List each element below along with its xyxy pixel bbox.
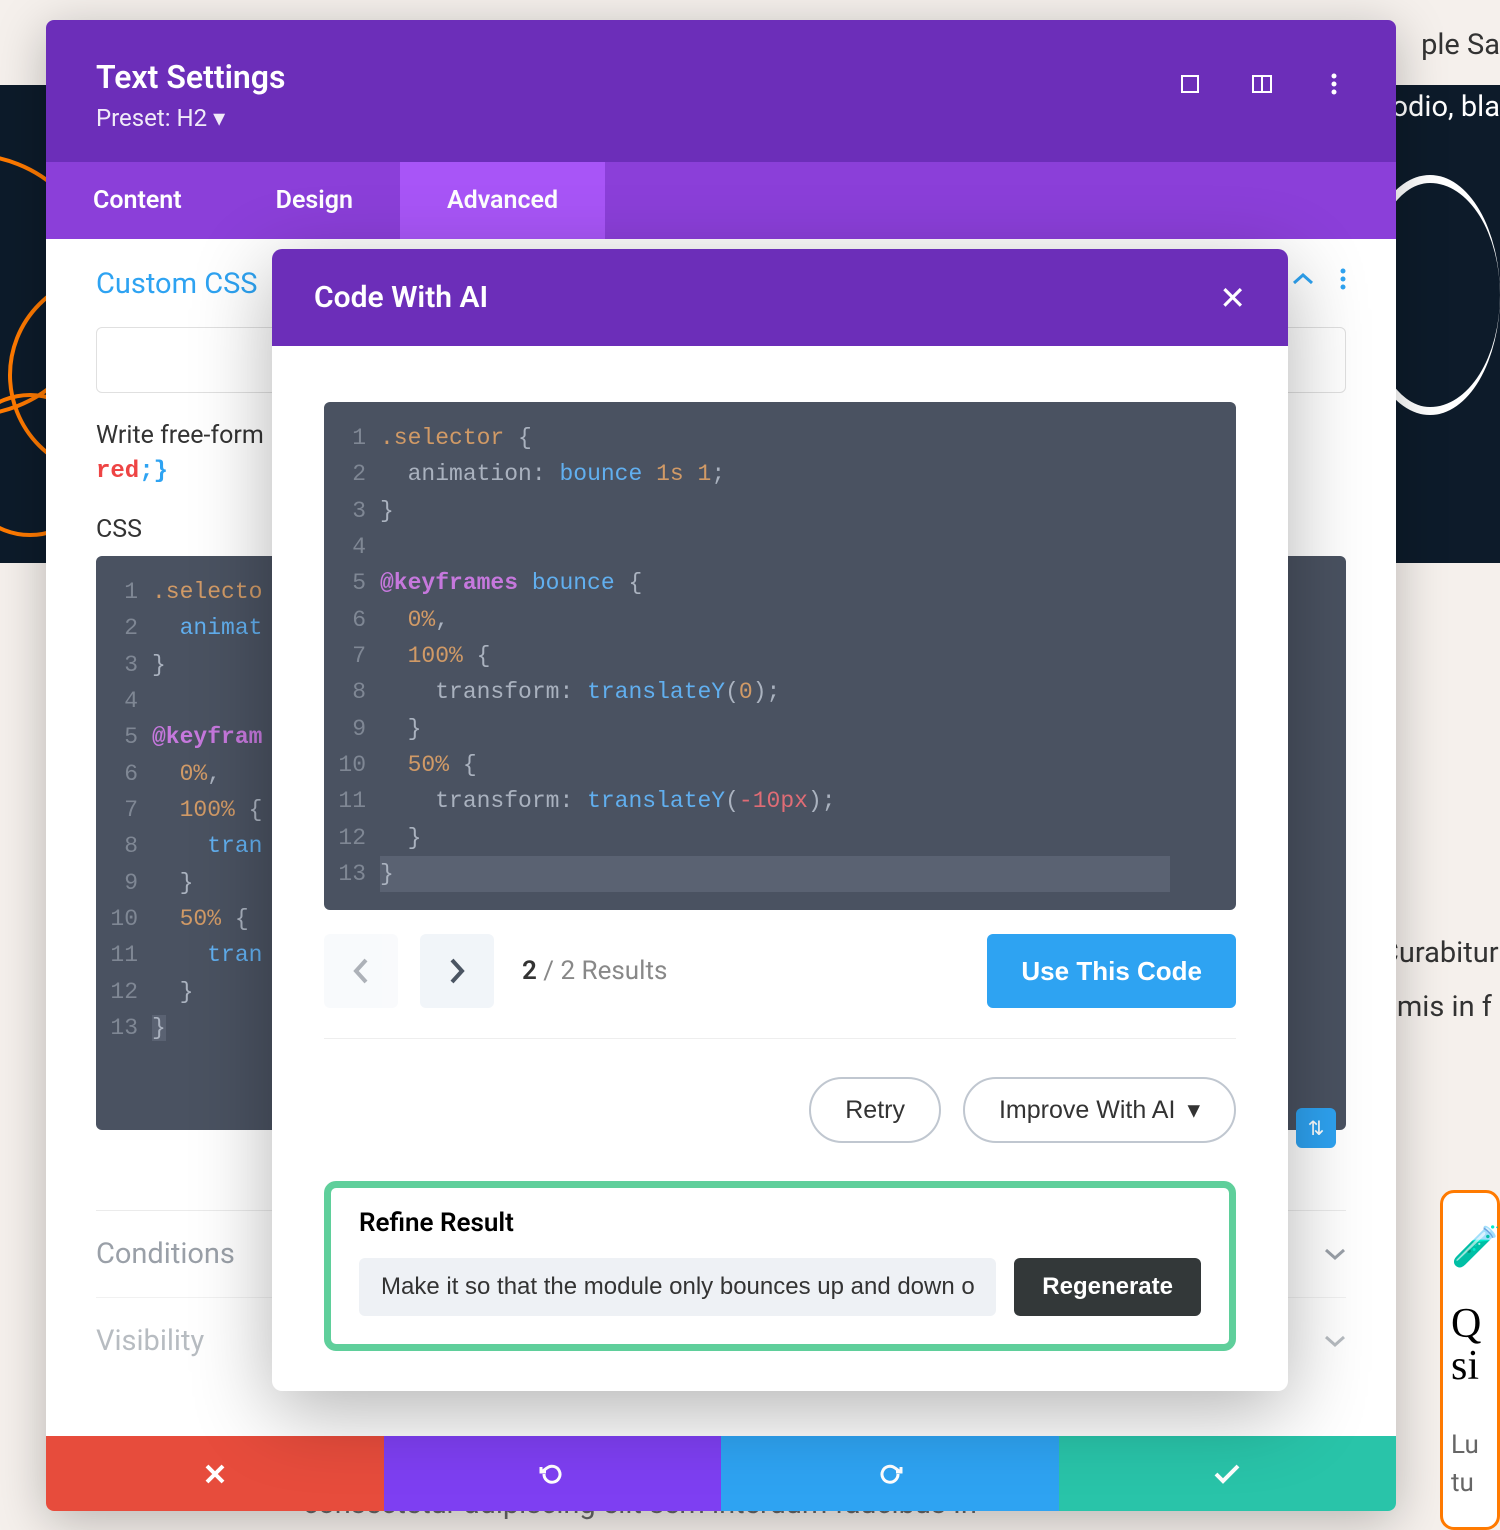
code-ai-popup: Code With AI ✕ 1.selector {2 animation: …: [272, 249, 1288, 1391]
expand-icon[interactable]: [1178, 72, 1202, 96]
regenerate-button[interactable]: Regenerate: [1014, 1258, 1201, 1316]
results-count: 2 / 2 Results: [522, 956, 667, 986]
ai-popup-title: Code With AI: [314, 280, 488, 315]
chevron-down-icon: [1324, 1334, 1346, 1348]
bg-text-top2: odio, bla: [1392, 90, 1500, 124]
bg-text-mid: Curabitur rimis in f: [1380, 930, 1500, 1031]
bg-card-q: Q: [1451, 1300, 1497, 1348]
bottom-action-bar: [46, 1436, 1396, 1511]
redo-button[interactable]: [721, 1436, 1059, 1511]
results-nav: 2 / 2 Results Use This Code: [324, 934, 1236, 1039]
improve-button[interactable]: Improve With AI ▾: [963, 1077, 1236, 1143]
bg-text-mid1: Curabitur: [1380, 930, 1500, 976]
test-tube-icon: 🧪: [1451, 1223, 1497, 1270]
preset-selector[interactable]: Preset: H2 ▾: [96, 104, 285, 132]
bg-text-top: ple Sa: [1421, 22, 1500, 68]
refine-box: Refine Result Regenerate: [324, 1181, 1236, 1351]
collapse-section-icon[interactable]: [1292, 272, 1314, 286]
bg-card-lu: Lu: [1451, 1430, 1497, 1460]
panel-title: Text Settings: [96, 58, 285, 96]
retry-button[interactable]: Retry: [809, 1077, 941, 1143]
swap-icon[interactable]: ⇅: [1296, 1108, 1336, 1148]
caret-down-icon: ▾: [213, 104, 225, 132]
caret-down-icon: ▾: [1187, 1095, 1200, 1125]
ai-code-preview[interactable]: 1.selector {2 animation: bounce 1s 1;3}4…: [324, 402, 1236, 910]
accordion-conditions-label: Conditions: [96, 1237, 235, 1271]
refine-title: Refine Result: [359, 1208, 1201, 1238]
section-menu-icon[interactable]: [1340, 267, 1346, 291]
tab-design[interactable]: Design: [229, 162, 400, 239]
close-icon[interactable]: ✕: [1219, 279, 1246, 317]
preset-label: Preset: H2: [96, 104, 207, 132]
accordion-visibility-label: Visibility: [96, 1324, 204, 1358]
refine-input[interactable]: [359, 1258, 996, 1316]
prev-result-button[interactable]: [324, 934, 398, 1008]
bg-card: 🧪 Q si Lu tu: [1440, 1190, 1500, 1530]
bg-card-tu: tu: [1451, 1468, 1497, 1498]
improve-label: Improve With AI: [999, 1096, 1175, 1125]
next-result-button[interactable]: [420, 934, 494, 1008]
panel-tabs: Content Design Advanced: [46, 162, 1396, 239]
ai-popup-header: Code With AI ✕: [272, 249, 1288, 346]
columns-icon[interactable]: [1250, 72, 1274, 96]
bg-text-mid2: rimis in f: [1380, 984, 1500, 1030]
close-button[interactable]: [46, 1436, 384, 1511]
panel-header: Text Settings Preset: H2 ▾: [46, 20, 1396, 162]
tab-content[interactable]: Content: [46, 162, 229, 239]
use-code-button[interactable]: Use This Code: [987, 934, 1236, 1008]
save-button[interactable]: [1059, 1436, 1397, 1511]
undo-button[interactable]: [384, 1436, 722, 1511]
tab-advanced[interactable]: Advanced: [400, 162, 605, 239]
bg-card-si: si: [1451, 1342, 1497, 1390]
more-icon[interactable]: [1322, 72, 1346, 96]
chevron-down-icon: [1324, 1247, 1346, 1261]
